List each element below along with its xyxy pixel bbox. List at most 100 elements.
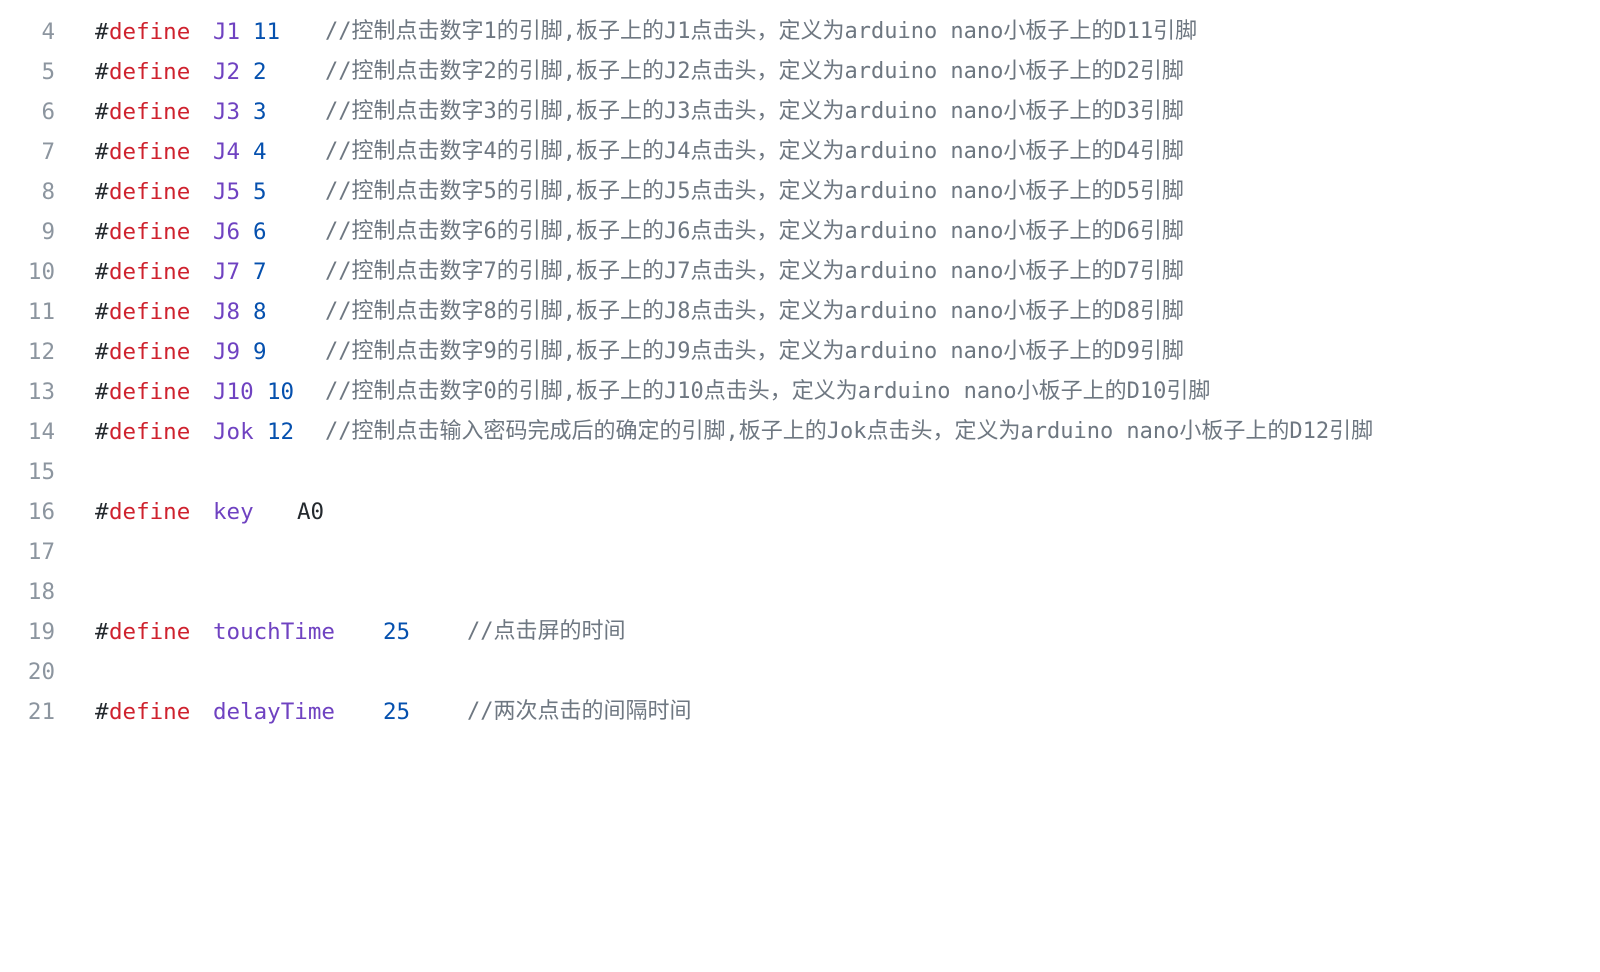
line-number: 8 <box>41 179 55 205</box>
code-content: # define J1 11 //控制点击数字1的引脚,板子上的J1点击头，定义… <box>95 12 1600 52</box>
preprocessor-hash: # <box>95 299 109 325</box>
line-comment: //控制点击数字0的引脚,板子上的J10点击头，定义为arduino nano小… <box>325 379 1211 404</box>
preprocessor-hash: # <box>95 139 109 165</box>
code-content: # define J9 9 //控制点击数字9的引脚,板子上的J9点击头，定义为… <box>95 332 1600 372</box>
preprocessor-hash: # <box>95 619 109 645</box>
line-comment: //控制点击数字4的引脚,板子上的J4点击头，定义为arduino nano小板… <box>325 139 1184 164</box>
line-comment: //控制点击输入密码完成后的确定的引脚,板子上的Jok点击头，定义为arduin… <box>325 419 1374 444</box>
code-line-10: 10 # define J7 7 //控制点击数字7的引脚,板子上的J7点击头，… <box>0 252 1600 292</box>
code-content <box>95 452 1600 492</box>
define-keyword: define <box>109 59 191 85</box>
macro-name: J2 <box>213 59 241 85</box>
line-comment: //控制点击数字7的引脚,板子上的J7点击头，定义为arduino nano小板… <box>325 259 1184 284</box>
preprocessor-hash: # <box>95 59 109 85</box>
line-comment: //两次点击的间隔时间 <box>467 699 692 724</box>
define-keyword: define <box>109 19 191 45</box>
preprocessor-hash: # <box>95 699 109 725</box>
macro-name: J1 <box>213 19 241 45</box>
line-number: 13 <box>27 379 55 405</box>
line-number: 5 <box>41 59 55 85</box>
code-line-18: 18 <box>0 572 1600 612</box>
code-line-16: 16 # define key A0 <box>0 492 1600 532</box>
macro-name: J6 <box>213 219 241 245</box>
macro-value: 12 <box>267 419 295 445</box>
code-line-9: 9 # define J6 6 //控制点击数字6的引脚,板子上的J6点击头，定… <box>0 212 1600 252</box>
line-number: 17 <box>27 539 55 565</box>
preprocessor-hash: # <box>95 259 109 285</box>
line-number: 14 <box>27 419 55 445</box>
line-number: 12 <box>27 339 55 365</box>
macro-value: 9 <box>253 339 267 365</box>
code-content <box>95 532 1600 572</box>
line-comment: //控制点击数字6的引脚,板子上的J6点击头，定义为arduino nano小板… <box>325 219 1184 244</box>
code-content: # define J5 5 //控制点击数字5的引脚,板子上的J5点击头，定义为… <box>95 172 1600 212</box>
macro-name: J5 <box>213 179 241 205</box>
line-number: 11 <box>27 299 55 325</box>
line-comment: //控制点击数字5的引脚,板子上的J5点击头，定义为arduino nano小板… <box>325 179 1184 204</box>
define-keyword: define <box>109 419 191 445</box>
line-comment: //控制点击数字1的引脚,板子上的J1点击头，定义为arduino nano小板… <box>325 19 1198 44</box>
macro-value: 6 <box>253 219 267 245</box>
preprocessor-hash: # <box>95 499 109 525</box>
code-line-20: 20 <box>0 652 1600 692</box>
macro-value: A0 <box>297 499 325 525</box>
preprocessor-hash: # <box>95 179 109 205</box>
code-line-19: 19 # define touchTime 25 //点击屏的时间 <box>0 612 1600 652</box>
code-line-12: 12 # define J9 9 //控制点击数字9的引脚,板子上的J9点击头，… <box>0 332 1600 372</box>
code-content <box>95 652 1600 692</box>
define-keyword: define <box>109 379 191 405</box>
macro-name: J7 <box>213 259 241 285</box>
preprocessor-hash: # <box>95 379 109 405</box>
macro-value: 10 <box>267 379 295 405</box>
code-content: # define J8 8 //控制点击数字8的引脚,板子上的J8点击头，定义为… <box>95 292 1600 332</box>
macro-value: 25 <box>383 699 411 725</box>
line-comment: //控制点击数字9的引脚,板子上的J9点击头，定义为arduino nano小板… <box>325 339 1184 364</box>
code-line-5: 5 # define J2 2 //控制点击数字2的引脚,板子上的J2点击头，定… <box>0 52 1600 92</box>
line-number: 9 <box>41 219 55 245</box>
macro-name: J8 <box>213 299 241 325</box>
line-number: 18 <box>27 579 55 605</box>
code-line-4: 4 # define J1 11 //控制点击数字1的引脚,板子上的J1点击头，… <box>0 12 1600 52</box>
line-number: 7 <box>41 139 55 165</box>
line-comment: //点击屏的时间 <box>467 619 626 644</box>
line-comment: //控制点击数字8的引脚,板子上的J8点击头，定义为arduino nano小板… <box>325 299 1184 324</box>
line-number: 6 <box>41 99 55 125</box>
define-keyword: define <box>109 339 191 365</box>
code-content: # define touchTime 25 //点击屏的时间 <box>95 612 1600 652</box>
macro-name: key <box>213 499 254 525</box>
macro-value: 25 <box>383 619 411 645</box>
line-number: 16 <box>27 499 55 525</box>
code-line-17: 17 <box>0 532 1600 572</box>
macro-value: 3 <box>253 99 267 125</box>
define-keyword: define <box>109 699 191 725</box>
code-content: # define J6 6 //控制点击数字6的引脚,板子上的J6点击头，定义为… <box>95 212 1600 252</box>
line-number: 20 <box>27 659 55 685</box>
code-content <box>95 572 1600 612</box>
macro-value: 8 <box>253 299 267 325</box>
code-content: # define J7 7 //控制点击数字7的引脚,板子上的J7点击头，定义为… <box>95 252 1600 292</box>
macro-value: 11 <box>253 19 281 45</box>
macro-name: J9 <box>213 339 241 365</box>
define-keyword: define <box>109 259 191 285</box>
code-line-15: 15 <box>0 452 1600 492</box>
code-content: # define J3 3 //控制点击数字3的引脚,板子上的J3点击头，定义为… <box>95 92 1600 132</box>
macro-value: 5 <box>253 179 267 205</box>
macro-value: 2 <box>253 59 267 85</box>
line-number: 10 <box>27 259 55 285</box>
macro-name: J4 <box>213 139 241 165</box>
define-keyword: define <box>109 299 191 325</box>
define-keyword: define <box>109 99 191 125</box>
code-line-6: 6 # define J3 3 //控制点击数字3的引脚,板子上的J3点击头，定… <box>0 92 1600 132</box>
define-keyword: define <box>109 619 191 645</box>
code-line-7: 7 # define J4 4 //控制点击数字4的引脚,板子上的J4点击头，定… <box>0 132 1600 172</box>
macro-name: J10 <box>213 379 254 405</box>
code-content: # define J10 10 //控制点击数字0的引脚,板子上的J10点击头，… <box>95 372 1600 412</box>
define-keyword: define <box>109 499 191 525</box>
code-content: # define Jok 12 //控制点击输入密码完成后的确定的引脚,板子上的… <box>95 412 1600 452</box>
macro-name: touchTime <box>213 619 335 645</box>
preprocessor-hash: # <box>95 339 109 365</box>
code-line-11: 11 # define J8 8 //控制点击数字8的引脚,板子上的J8点击头，… <box>0 292 1600 332</box>
code-viewer: 4 # define J1 11 //控制点击数字1的引脚,板子上的J1点击头，… <box>0 12 1600 732</box>
line-number: 15 <box>27 459 55 485</box>
line-number: 21 <box>27 699 55 725</box>
